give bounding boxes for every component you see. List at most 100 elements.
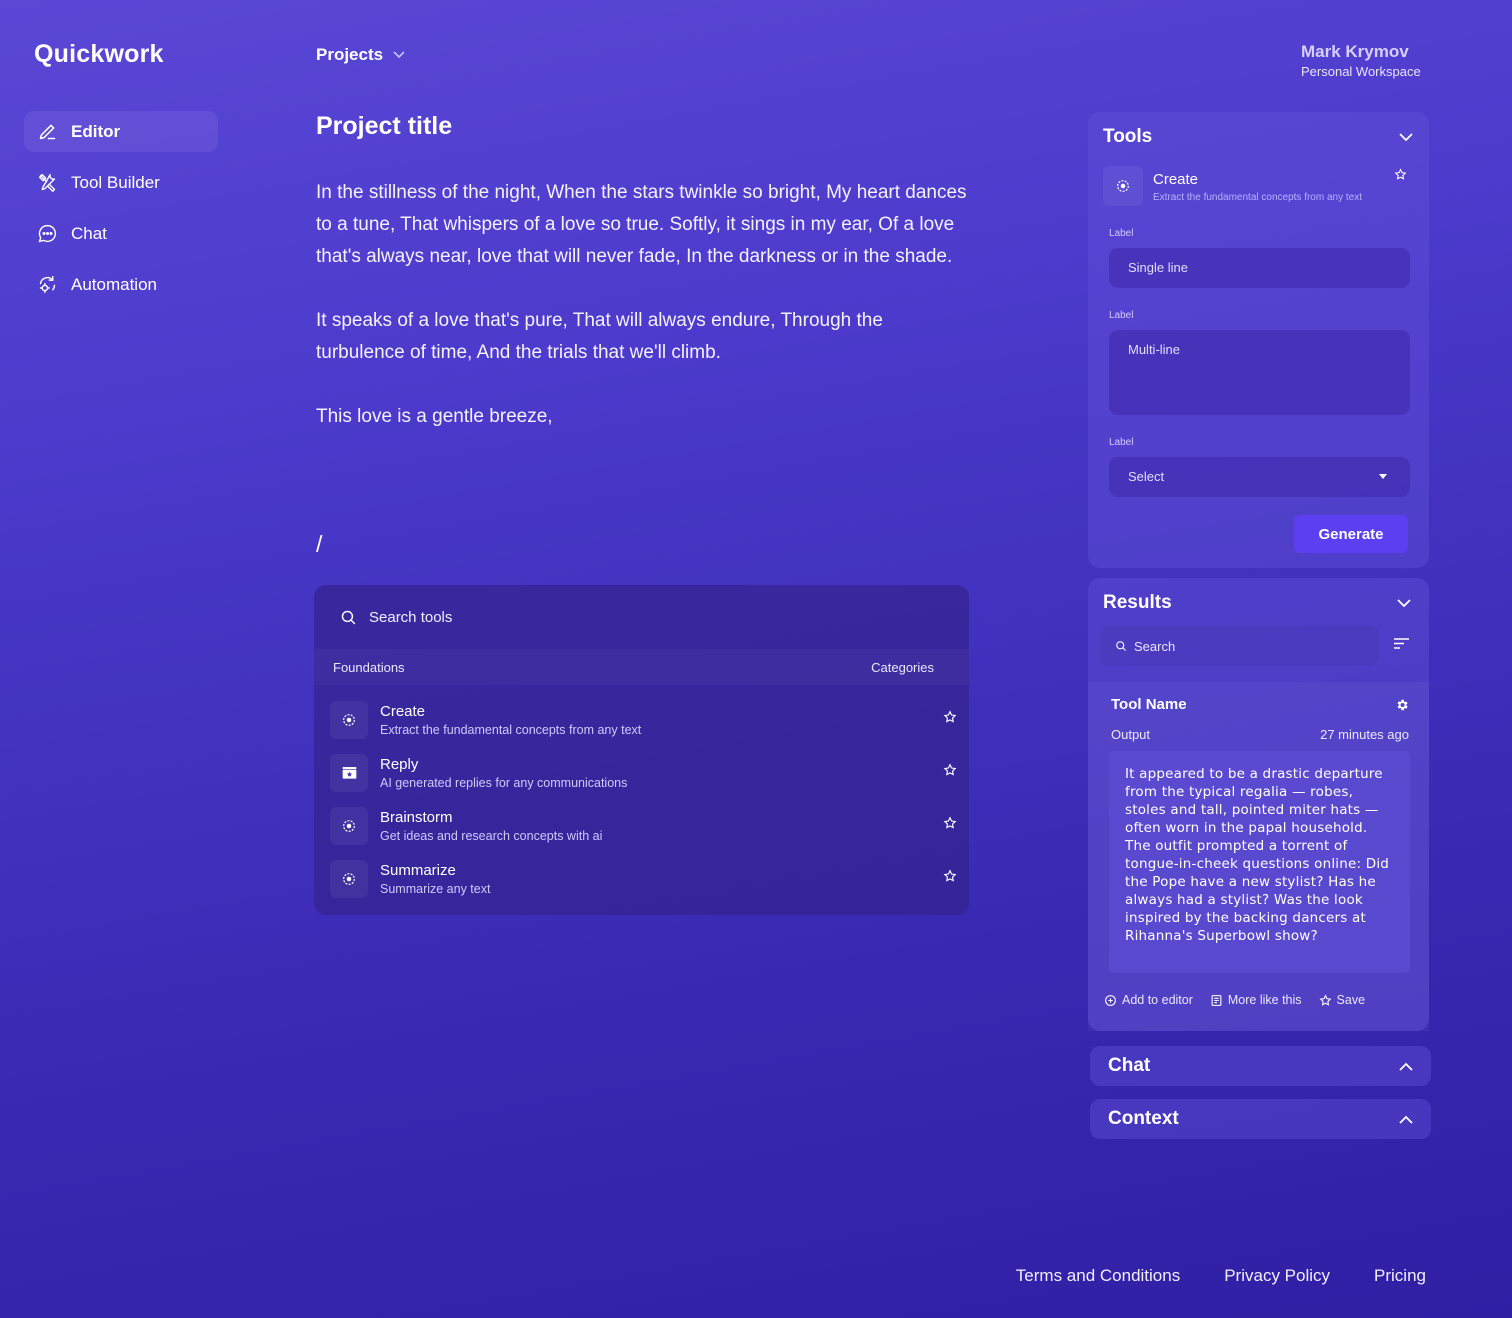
user-name: Mark Krymov: [1301, 42, 1409, 61]
sidebar-item-editor[interactable]: Editor: [24, 111, 218, 152]
editor-paragraph[interactable]: It speaks of a love that's pure, That wi…: [316, 305, 976, 369]
results-search-placeholder: Search: [1134, 638, 1176, 654]
sidebar-item-label: Chat: [71, 223, 107, 243]
sparkle-icon: [330, 859, 368, 898]
section-foundations: Foundations: [333, 659, 405, 675]
output-label: Output: [1111, 727, 1151, 742]
field-label: Label: [1109, 310, 1134, 321]
search-icon: [1116, 641, 1126, 651]
editor-area[interactable]: Project title In the stillness of the ni…: [316, 112, 976, 465]
selected-tool-title: Create: [1153, 171, 1199, 188]
tool-item-title: Summarize: [380, 861, 456, 879]
chat-panel-title: Chat: [1108, 1055, 1151, 1076]
star-icon[interactable]: [943, 763, 957, 777]
results-search-input[interactable]: Search: [1100, 626, 1378, 666]
chat-panel-header[interactable]: Chat: [1090, 1046, 1431, 1086]
slash-command[interactable]: /: [316, 531, 322, 558]
context-panel-header[interactable]: Context: [1090, 1099, 1431, 1139]
tool-item-create[interactable]: Create Extract the fundamental concepts f…: [330, 693, 969, 746]
editor-paragraph[interactable]: This love is a gentle breeze,: [316, 401, 976, 433]
sparkle-icon: [330, 806, 368, 845]
generate-button[interactable]: Generate: [1294, 515, 1408, 553]
clapper-icon: [330, 753, 368, 792]
pencil-icon: [39, 124, 56, 140]
categories-link[interactable]: Categories: [871, 660, 934, 675]
automation-icon: [39, 275, 56, 294]
output-text: It appeared to be a drastic departure fr…: [1109, 751, 1410, 973]
result-card: Tool Name Output 27 minutes ago It appea…: [1088, 682, 1429, 1031]
gear-icon[interactable]: [1395, 698, 1409, 712]
sparkle-icon: [330, 700, 368, 739]
sparkle-icon: [1103, 166, 1143, 206]
results-panel: Results Search Tool Name Output 27 minut…: [1088, 578, 1429, 1031]
chevron-up-icon: [1399, 1062, 1413, 1071]
document-icon: [1211, 994, 1222, 1006]
multi-line-input[interactable]: Multi-line: [1109, 330, 1410, 415]
star-icon: [1319, 993, 1331, 1006]
tool-menu-header: Foundations Categories: [314, 649, 969, 685]
result-actions: Add to editor More like this Save: [1104, 993, 1409, 1007]
sidebar-item-tool-builder[interactable]: Tool Builder: [24, 162, 218, 203]
single-line-input[interactable]: Single line: [1109, 248, 1410, 288]
tool-item-desc: AI generated replies for any communicati…: [380, 775, 628, 790]
star-icon[interactable]: [943, 869, 957, 883]
plus-circle-icon: [1105, 994, 1116, 1006]
star-icon[interactable]: [943, 710, 957, 724]
tool-item-desc: Summarize any text: [380, 881, 491, 896]
star-icon[interactable]: [1394, 168, 1407, 181]
tool-item-desc: Get ideas and research concepts with ai: [380, 828, 603, 843]
tool-menu-popup: Search tools Foundations Categories Crea…: [314, 585, 969, 915]
add-to-editor-button[interactable]: Add to editor: [1104, 993, 1193, 1007]
filter-icon[interactable]: [1394, 638, 1409, 649]
sidebar-item-automation[interactable]: Automation: [24, 264, 218, 305]
tool-item-summarize[interactable]: Summarize Summarize any text: [330, 852, 969, 905]
tool-search-placeholder: Search tools: [369, 608, 453, 626]
footer: Terms and Conditions Privacy Policy Pric…: [972, 1266, 1426, 1286]
more-like-this-label: More like this: [1227, 993, 1302, 1007]
projects-dropdown[interactable]: Projects: [316, 45, 405, 65]
editor-paragraph[interactable]: In the stillness of the night, When the …: [316, 177, 976, 273]
selected-tool-card[interactable]: Create Extract the fundamental concepts …: [1103, 166, 1413, 206]
save-label: Save: [1336, 993, 1366, 1007]
user-profile[interactable]: Mark Krymov Personal Workspace: [1301, 42, 1421, 79]
field-label: Label: [1109, 228, 1134, 239]
tools-icon: [38, 173, 56, 192]
more-like-this-button[interactable]: More like this: [1210, 993, 1302, 1007]
add-to-editor-label: Add to editor: [1122, 993, 1193, 1007]
select-dropdown[interactable]: Select: [1109, 457, 1410, 497]
search-icon: [341, 610, 356, 624]
context-panel-title: Context: [1108, 1108, 1179, 1129]
result-timestamp: 27 minutes ago: [1320, 727, 1409, 742]
save-button[interactable]: Save: [1319, 993, 1366, 1007]
chat-bubble-icon: [38, 224, 57, 243]
workspace-name: Personal Workspace: [1301, 64, 1421, 79]
selected-tool-desc: Extract the fundamental concepts from an…: [1153, 192, 1362, 203]
tool-item-title: Reply: [380, 755, 419, 773]
sidebar-item-label: Automation: [71, 274, 157, 294]
pricing-link[interactable]: Pricing: [1374, 1266, 1426, 1286]
result-tool-name: Tool Name: [1111, 696, 1187, 713]
tools-panel: Tools Create Extract the fundamental con…: [1088, 112, 1429, 568]
tool-item-brainstorm[interactable]: Brainstorm Get ideas and research concept…: [330, 799, 969, 852]
tool-item-reply[interactable]: Reply AI generated replies for any commun…: [330, 746, 969, 799]
chevron-down-icon[interactable]: [1399, 132, 1413, 142]
tool-item-title: Brainstorm: [380, 808, 453, 826]
projects-label: Projects: [316, 45, 384, 64]
chevron-down-icon[interactable]: [1397, 598, 1411, 608]
chevron-up-icon: [1399, 1115, 1413, 1124]
caret-down-icon: [1379, 474, 1387, 479]
tool-item-title: Create: [380, 702, 426, 720]
terms-link[interactable]: Terms and Conditions: [1016, 1266, 1180, 1286]
tool-list: Create Extract the fundamental concepts f…: [314, 685, 969, 905]
tool-search-input[interactable]: Search tools: [314, 585, 969, 649]
sidebar-item-label: Tool Builder: [71, 172, 160, 192]
privacy-link[interactable]: Privacy Policy: [1224, 1266, 1330, 1286]
star-icon[interactable]: [943, 816, 957, 830]
tool-item-desc: Extract the fundamental concepts from an…: [380, 722, 642, 737]
sidebar-item-chat[interactable]: Chat: [24, 213, 218, 254]
select-value: Select: [1128, 469, 1165, 484]
chevron-down-icon: [393, 51, 405, 59]
project-title[interactable]: Project title: [316, 112, 976, 141]
sidebar: Editor Tool Builder Chat Automation: [24, 111, 218, 315]
tools-panel-title: Tools: [1103, 126, 1153, 147]
